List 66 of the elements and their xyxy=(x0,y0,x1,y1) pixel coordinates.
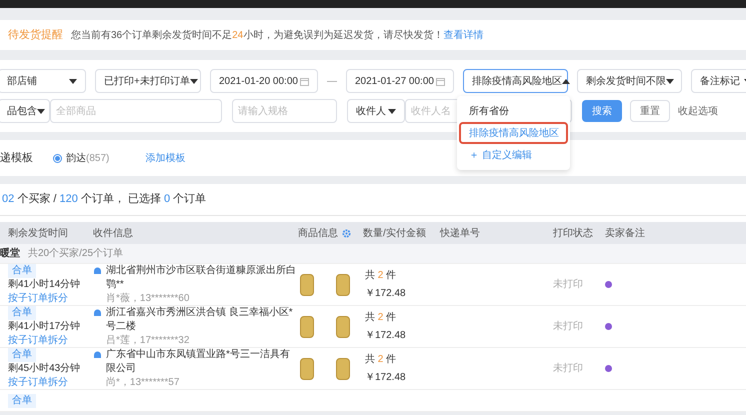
address-text: 广东省中山市东凤镇置业路*号三一洁具有限公司 xyxy=(106,348,291,376)
settings-icon[interactable] xyxy=(342,228,351,238)
print-status: 未打印 xyxy=(553,363,583,374)
column-header: 数量/实付金额 xyxy=(363,226,426,240)
amount-text: ￥172.48 xyxy=(365,370,407,384)
quantity-text: 共 2 件 xyxy=(365,310,398,324)
cloud-icon xyxy=(93,266,102,274)
address-text: 浙江省嘉兴市秀洲区洪合镇 良三幸福小区*号二楼 xyxy=(106,306,294,334)
select-field[interactable]: 部店铺 xyxy=(0,69,86,93)
amount-text: ￥172.48 xyxy=(365,286,407,300)
menu-option[interactable]: 排除疫情高风险地区 xyxy=(459,122,568,144)
column-header: 商品信息 xyxy=(298,226,338,240)
column-header: 打印状态 xyxy=(553,226,593,240)
notice-label: 待发货提醒 xyxy=(8,28,63,43)
select-field[interactable]: 排除疫情高风险地区 xyxy=(463,69,568,93)
column-header: 剩余发货时间 xyxy=(8,226,68,240)
merged-tag: 合单 xyxy=(8,264,36,278)
print-status: 未打印 xyxy=(553,321,583,332)
date-field[interactable]: 2021-01-20 00:00 xyxy=(210,69,318,93)
calendar-icon xyxy=(436,76,445,86)
quantity-text: 共 2 件 xyxy=(365,352,398,366)
add-template-link[interactable]: 添加模板 xyxy=(145,150,186,166)
product-thumbnail xyxy=(300,358,314,380)
input-field[interactable]: 请输入规格 xyxy=(232,99,337,123)
product-thumbnail xyxy=(336,316,350,338)
product-thumbnail xyxy=(336,358,350,380)
group-count: 共20个买家/25个订单 xyxy=(28,246,124,261)
select-field[interactable]: 剩余发货时间不限 xyxy=(577,69,682,93)
range-separator: — xyxy=(327,74,337,88)
select-field[interactable]: 备注标记 xyxy=(691,69,746,93)
quantity-text: 共 2 件 xyxy=(365,268,398,282)
order-summary: 02 个买家 / 120 个订单， 已选择 0 个订单 xyxy=(2,192,206,208)
date-field[interactable]: 2021-01-27 00:00 xyxy=(346,69,454,93)
input-field[interactable]: 全部商品 xyxy=(50,99,222,123)
merged-tag: 合单 xyxy=(8,306,36,320)
cloud-icon xyxy=(93,308,102,316)
product-thumbnail xyxy=(300,316,314,338)
custom-edit-option[interactable]: ＋ 自定义编辑 xyxy=(459,144,568,166)
remaining-time: 剩45小时43分钟 xyxy=(8,362,80,376)
product-thumbnail xyxy=(336,274,350,296)
template-label: 递模板 xyxy=(0,150,33,166)
menu-option[interactable]: 所有省份 xyxy=(459,100,568,122)
column-header: 收件信息 xyxy=(93,226,133,240)
collapse-link[interactable]: 收起选项 xyxy=(678,104,718,118)
shop-name: 暖堂 xyxy=(0,246,20,261)
contact-text: 吕*莲，17*******32 xyxy=(106,334,190,348)
remaining-time: 剩41小时17分钟 xyxy=(8,320,80,334)
select-field[interactable]: 品包含 xyxy=(0,99,50,123)
amount-text: ￥172.48 xyxy=(365,328,407,342)
notice-text: 您当前有36个订单剩余发货时间不足24小时，为避免误判为延迟发货，请尽快发货！查看详情 xyxy=(71,28,484,42)
product-thumbnail xyxy=(300,274,314,296)
address-text: 湖北省荆州市沙市区联合街道糠原派出所白鹗** xyxy=(106,264,297,292)
merged-tag: 合单 xyxy=(8,348,36,362)
contact-text: 尚*，13*******57 xyxy=(106,376,180,390)
column-header: 卖家备注 xyxy=(605,226,645,240)
print-status: 未打印 xyxy=(553,279,583,290)
select-field[interactable]: 已打印+未打印订单 xyxy=(95,69,201,93)
select-field[interactable]: 收件人 xyxy=(347,99,405,123)
reset-button[interactable]: 重置 xyxy=(630,100,670,122)
remaining-time: 剩41小时14分钟 xyxy=(8,278,80,292)
contact-text: 肖*薇，13*******60 xyxy=(106,292,190,306)
column-header: 快递单号 xyxy=(440,226,480,240)
radio-option[interactable]: 韵达(857) xyxy=(53,150,110,166)
merged-tag: 合单 xyxy=(8,394,36,408)
cloud-icon xyxy=(93,350,102,358)
calendar-icon xyxy=(300,76,309,86)
